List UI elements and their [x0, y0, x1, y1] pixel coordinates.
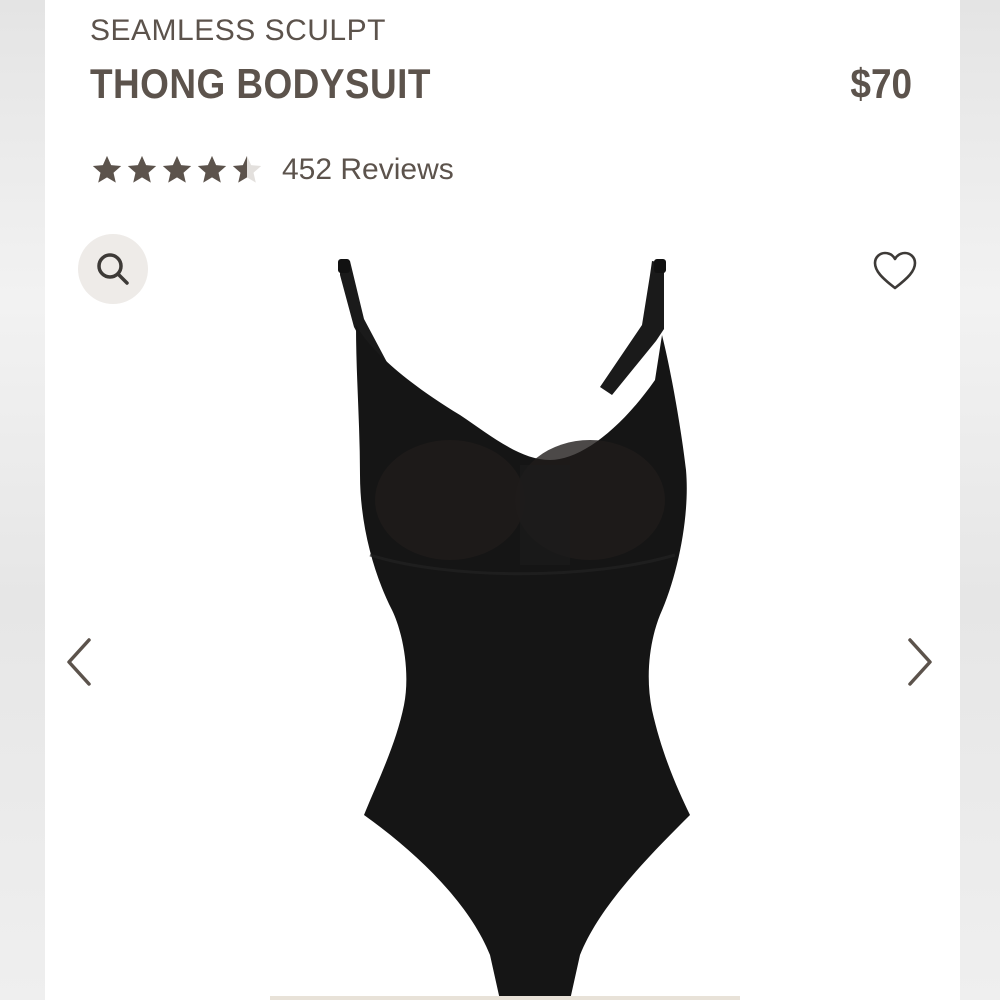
chevron-right-icon	[908, 638, 932, 686]
wishlist-button[interactable]	[870, 248, 920, 294]
next-image-button[interactable]	[900, 632, 940, 692]
product-card: SEAMLESS SCULPT THONG BODYSUIT $70 452 R…	[45, 0, 960, 1000]
star-icon	[92, 155, 122, 183]
reviews-link[interactable]: 452 Reviews	[282, 153, 454, 187]
image-divider	[270, 996, 740, 1000]
heart-outline-icon	[873, 251, 917, 290]
previous-image-button[interactable]	[59, 632, 99, 692]
product-collection: SEAMLESS SCULPT	[90, 14, 386, 47]
zoom-button[interactable]	[78, 234, 148, 304]
product-title: THONG BODYSUIT	[90, 60, 431, 107]
right-background-strip	[960, 0, 1000, 1000]
rating-row[interactable]: 452 Reviews	[90, 150, 454, 190]
star-icon	[127, 155, 157, 183]
star-icon	[197, 155, 227, 183]
left-background-strip	[0, 0, 45, 1000]
product-image	[338, 259, 690, 1000]
star-icon	[162, 155, 192, 183]
half-star-icon	[232, 155, 262, 183]
product-price: $70	[850, 60, 912, 107]
search-icon	[97, 253, 129, 285]
star-rating	[90, 153, 264, 187]
chevron-left-icon	[67, 638, 91, 686]
